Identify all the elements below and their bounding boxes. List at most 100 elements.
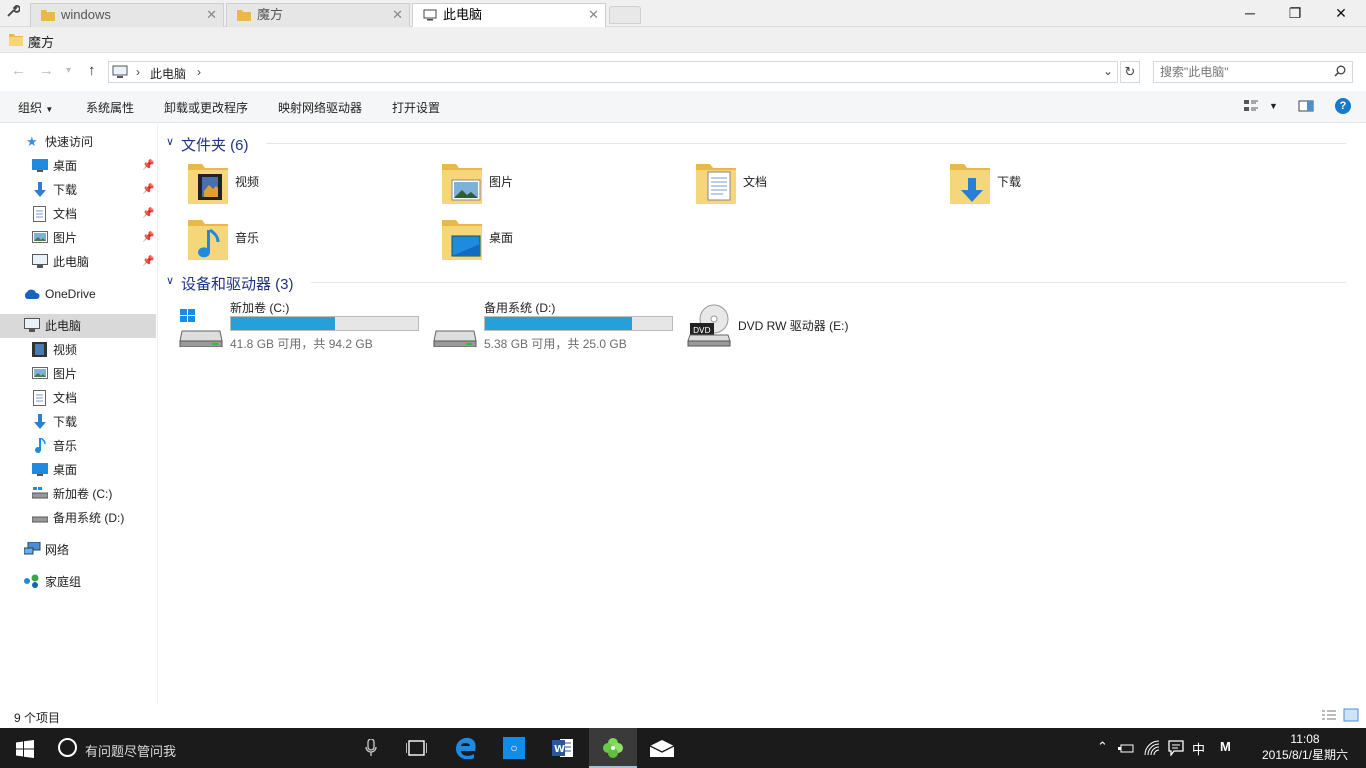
- search-input[interactable]: [1160, 64, 1330, 80]
- close-icon[interactable]: ✕: [206, 4, 217, 26]
- details-view-icon[interactable]: [1321, 709, 1337, 723]
- sidebar-item-network[interactable]: 网络: [0, 538, 156, 562]
- pin-icon[interactable]: 📌: [142, 250, 154, 274]
- address-bar[interactable]: › 此电脑 › ⌄: [108, 61, 1118, 83]
- close-icon[interactable]: ✕: [588, 4, 599, 26]
- sidebar-item-homegroup[interactable]: 家庭组: [0, 570, 156, 594]
- search-icon[interactable]: [1334, 65, 1346, 77]
- edge-browser-icon: [456, 737, 476, 759]
- refresh-button[interactable]: ↻: [1120, 61, 1140, 83]
- open-settings-button[interactable]: 打开设置: [392, 99, 440, 116]
- tab-windows[interactable]: windows ✕: [30, 3, 224, 27]
- forward-arrow-icon[interactable]: →: [39, 62, 54, 79]
- folder-videos[interactable]: 视频: [164, 158, 404, 208]
- sidebar-item-downloads[interactable]: 下载 📌: [0, 178, 156, 202]
- cortana-icon[interactable]: [58, 738, 77, 757]
- sidebar-item-drive-c[interactable]: 新加卷 (C:): [0, 482, 156, 506]
- folder-pictures[interactable]: 图片: [418, 158, 658, 208]
- edge-button[interactable]: [442, 728, 490, 768]
- chevron-down-icon[interactable]: ∨: [166, 274, 174, 287]
- pin-icon[interactable]: 📌: [142, 178, 154, 202]
- pin-icon[interactable]: 📌: [142, 202, 154, 226]
- divider: [266, 143, 1346, 144]
- sidebar-item-documents-pc[interactable]: 文档: [0, 386, 156, 410]
- sidebar-item-this-pc[interactable]: 此电脑: [0, 314, 156, 338]
- view-dropdown-icon[interactable]: ▼: [1269, 101, 1278, 111]
- folder-icon: [237, 10, 251, 21]
- word-button[interactable]: W: [539, 728, 587, 768]
- folder-music[interactable]: 音乐: [164, 214, 404, 264]
- drive-c[interactable]: 新加卷 (C:) 41.8 GB 可用，共 94.2 GB: [160, 299, 419, 351]
- sidebar-item-pictures[interactable]: 图片 📌: [0, 226, 156, 250]
- large-icons-view-icon[interactable]: [1343, 708, 1359, 722]
- cortana-search-box[interactable]: 有问题尽管问我: [85, 741, 176, 760]
- document-folder-icon: [696, 164, 736, 204]
- task-view-button[interactable]: [392, 728, 440, 768]
- ime-indicator[interactable]: 中: [1192, 739, 1205, 758]
- search-box[interactable]: [1153, 61, 1353, 83]
- drive-d[interactable]: 备用系统 (D:) 5.38 GB 可用，共 25.0 GB: [414, 299, 673, 351]
- map-drive-button[interactable]: 映射网络驱动器: [278, 99, 362, 116]
- back-arrow-icon[interactable]: ←: [11, 62, 26, 79]
- system-properties-button[interactable]: 系统属性: [86, 99, 134, 116]
- folders-group-header[interactable]: ∨ 文件夹 (6): [166, 132, 1346, 154]
- clover-button[interactable]: [589, 728, 637, 768]
- sidebar-item-drive-d[interactable]: 备用系统 (D:): [0, 506, 156, 530]
- folder-downloads[interactable]: 下载: [926, 158, 1166, 208]
- chevron-down-icon[interactable]: ⌄: [1103, 64, 1113, 78]
- restore-button[interactable]: ❐: [1272, 0, 1318, 27]
- action-center-icon[interactable]: [1168, 740, 1184, 756]
- close-window-button[interactable]: ✕: [1318, 0, 1364, 27]
- folder-desktop[interactable]: 桌面: [418, 214, 658, 264]
- help-icon[interactable]: ?: [1335, 98, 1351, 114]
- wifi-icon[interactable]: [1144, 740, 1160, 756]
- preview-pane-icon[interactable]: [1298, 98, 1314, 114]
- close-icon[interactable]: ✕: [392, 4, 403, 26]
- wrench-icon[interactable]: [6, 4, 24, 22]
- item-count: 9 个项目: [14, 711, 61, 725]
- clock[interactable]: 11:08 2015/8/1/星期六: [1250, 731, 1360, 763]
- drive-e-dvd[interactable]: DVD DVD RW 驱动器 (E:): [668, 299, 918, 351]
- mail-button[interactable]: [638, 728, 686, 768]
- folder-documents[interactable]: 文档: [672, 158, 912, 208]
- microphone-icon[interactable]: [365, 739, 377, 757]
- windows-start-icon[interactable]: [16, 740, 34, 758]
- devices-group-header[interactable]: ∨ 设备和驱动器 (3): [166, 271, 1346, 293]
- drive-c-icon: [179, 309, 223, 347]
- chevron-down-icon[interactable]: ∨: [166, 135, 174, 148]
- ime-mode-indicator[interactable]: M: [1220, 739, 1231, 754]
- chevron-right-icon[interactable]: ›: [136, 65, 140, 79]
- view-options-icon[interactable]: [1243, 98, 1259, 114]
- chevron-right-icon[interactable]: ›: [197, 65, 201, 79]
- folder-label: 视频: [235, 175, 260, 189]
- up-arrow-icon[interactable]: ↑: [88, 62, 96, 79]
- sidebar-item-pictures-pc[interactable]: 图片: [0, 362, 156, 386]
- tab-this-pc[interactable]: 此电脑 ✕: [412, 3, 606, 28]
- sidebar-item-onedrive[interactable]: OneDrive: [0, 282, 156, 306]
- uninstall-button[interactable]: 卸载或更改程序: [164, 99, 248, 116]
- sidebar-item-this-pc-pinned[interactable]: 此电脑 📌: [0, 250, 156, 274]
- pin-icon[interactable]: 📌: [142, 154, 154, 178]
- store-button[interactable]: ○: [490, 728, 538, 768]
- tab-mofang[interactable]: 魔方 ✕: [226, 3, 410, 27]
- sidebar-item-desktop-pc[interactable]: 桌面: [0, 458, 156, 482]
- sidebar-item-music[interactable]: 音乐: [0, 434, 156, 458]
- sidebar-item-desktop[interactable]: 桌面 📌: [0, 154, 156, 178]
- picture-icon: [32, 231, 48, 243]
- recent-dropdown-icon[interactable]: ▾: [66, 65, 71, 76]
- new-tab-button[interactable]: [609, 6, 641, 24]
- clock-date: 2015/8/1/星期六: [1261, 748, 1349, 762]
- breadcrumb[interactable]: 此电脑: [150, 65, 186, 82]
- sidebar-item-videos[interactable]: 视频: [0, 338, 156, 362]
- minimize-button[interactable]: ─: [1227, 0, 1273, 27]
- sidebar-item-quick-access[interactable]: ★ 快速访问: [0, 130, 156, 154]
- sidebar-item-documents[interactable]: 文档 📌: [0, 202, 156, 226]
- sidebar-item-label: OneDrive: [45, 287, 96, 301]
- chevron-up-icon[interactable]: ⌃: [1097, 739, 1108, 755]
- organize-button[interactable]: 组织 ▼: [18, 99, 53, 116]
- svg-text:DVD: DVD: [693, 326, 711, 335]
- battery-icon[interactable]: [1118, 741, 1134, 755]
- computer-icon: [24, 318, 40, 332]
- sidebar-item-downloads-pc[interactable]: 下载: [0, 410, 156, 434]
- pin-icon[interactable]: 📌: [142, 226, 154, 250]
